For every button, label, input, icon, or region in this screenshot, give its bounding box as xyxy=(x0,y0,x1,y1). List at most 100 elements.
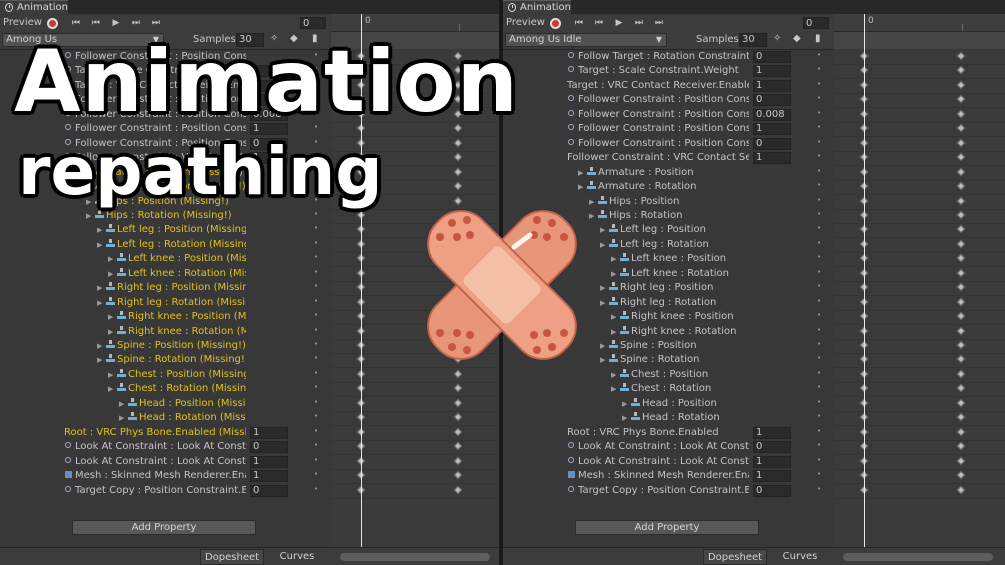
keyframe-menu-icon[interactable]: • xyxy=(817,254,823,261)
add-property-button[interactable]: Add Property xyxy=(72,520,256,535)
expand-arrow-icon[interactable]: ▶ xyxy=(611,267,620,281)
keyframe-menu-icon[interactable]: • xyxy=(314,471,320,478)
dopesheet-row[interactable] xyxy=(834,281,1005,297)
keyframe-diamond[interactable] xyxy=(956,427,966,436)
expand-arrow-icon[interactable]: ▶ xyxy=(108,382,117,396)
property-value-field[interactable]: 0.008 xyxy=(753,108,791,121)
keyframe-menu-icon[interactable]: • xyxy=(817,109,823,117)
keyframe-menu-icon[interactable]: • xyxy=(314,225,320,232)
expand-arrow-icon[interactable]: ▶ xyxy=(611,310,620,324)
dopesheet-row[interactable] xyxy=(331,440,499,456)
frame-field[interactable]: 0 xyxy=(300,17,326,29)
expand-arrow-icon[interactable]: ▶ xyxy=(600,296,609,310)
prev-key-icon[interactable]: ⏮ xyxy=(589,15,609,31)
property-row[interactable]: ▶ Chest : Rotation (Missing!) • xyxy=(0,382,330,396)
keyframe-menu-icon[interactable]: • xyxy=(817,138,823,146)
keyframe-diamond[interactable] xyxy=(453,152,463,162)
property-row[interactable]: Target Copy : Position Constraint.Enabl 0… xyxy=(0,484,330,498)
property-value-field[interactable]: 0 xyxy=(753,94,791,107)
property-row[interactable]: ▶ Armature : Rotation • xyxy=(503,180,833,194)
dopesheet-row[interactable] xyxy=(834,137,1005,152)
property-row[interactable]: Target : VRC Contact Receiver.Enabled 1 • xyxy=(503,79,833,93)
expand-arrow-icon[interactable]: ▶ xyxy=(622,397,631,411)
property-value-field[interactable]: 0 xyxy=(250,484,288,497)
next-key-icon[interactable]: ⏭ xyxy=(126,15,146,31)
keyframe-diamond[interactable] xyxy=(956,66,966,75)
keyframe-diamond[interactable] xyxy=(956,167,966,176)
keyframe-menu-icon[interactable]: • xyxy=(314,456,320,464)
expand-arrow-icon[interactable]: ▶ xyxy=(119,411,128,425)
property-value-field[interactable]: 1 xyxy=(753,455,791,468)
keyframe-diamond[interactable] xyxy=(453,485,463,494)
dopesheet-row[interactable] xyxy=(834,79,1005,94)
keyframe-menu-icon[interactable]: • xyxy=(817,456,823,464)
expand-arrow-icon[interactable]: ▶ xyxy=(108,368,117,382)
keyframe-diamond[interactable] xyxy=(956,152,966,162)
keyframe-menu-icon[interactable]: • xyxy=(314,369,320,377)
property-value-field[interactable]: 0 xyxy=(753,484,791,497)
keyframe-menu-icon[interactable]: • xyxy=(817,167,823,175)
keyframe-menu-icon[interactable]: • xyxy=(817,225,823,232)
property-row[interactable]: ▶ Right leg : Rotation (Missing!) • xyxy=(0,296,330,310)
keyframe-diamond[interactable] xyxy=(956,297,966,306)
keyframe-menu-icon[interactable]: • xyxy=(817,210,823,218)
dopesheet-row[interactable] xyxy=(331,382,499,398)
dopesheet-row[interactable] xyxy=(834,108,1005,123)
dopesheet-row[interactable] xyxy=(834,397,1005,412)
property-value-field[interactable]: 1 xyxy=(753,426,791,439)
keyframe-menu-icon[interactable]: • xyxy=(314,239,320,247)
play-icon[interactable]: ▶ xyxy=(106,15,126,31)
property-value-field[interactable]: 1 xyxy=(753,65,791,78)
property-row[interactable]: ▶ Left leg : Rotation (Missing!) • xyxy=(0,238,330,252)
keyframe-menu-icon[interactable]: • xyxy=(817,268,823,276)
tab-animation[interactable]: Animation xyxy=(0,0,68,14)
keyframe-diamond[interactable] xyxy=(956,340,966,350)
keyframe-diamond[interactable] xyxy=(956,413,966,422)
dopesheet-row[interactable] xyxy=(834,469,1005,485)
dopesheet-row[interactable] xyxy=(834,382,1005,398)
keyframe-menu-icon[interactable]: • xyxy=(314,398,320,406)
playhead[interactable] xyxy=(864,14,865,554)
keyframe-diamond[interactable] xyxy=(956,225,966,234)
property-row[interactable]: Root : VRC Phys Bone.Enabled 1 • xyxy=(503,426,833,440)
keyframe-menu-icon[interactable]: • xyxy=(817,341,823,348)
record-icon[interactable] xyxy=(46,17,58,29)
expand-arrow-icon[interactable]: ▶ xyxy=(108,310,117,324)
dopesheet-row[interactable] xyxy=(834,484,1005,499)
dopesheet-row[interactable] xyxy=(834,223,1005,239)
add-event-icon[interactable]: ◆ xyxy=(793,33,801,44)
dopesheet-row[interactable] xyxy=(834,325,1005,340)
keyframe-menu-icon[interactable]: • xyxy=(314,442,320,449)
keyframe-diamond[interactable] xyxy=(453,167,463,176)
property-row[interactable]: Follower Constraint : Position Constrain… xyxy=(503,122,833,136)
dopesheet-row[interactable] xyxy=(834,296,1005,311)
property-row[interactable]: Follow Target : Rotation Constraint.Enal… xyxy=(503,50,833,64)
keyframe-diamond[interactable] xyxy=(956,485,966,494)
keyframe-diamond[interactable] xyxy=(956,441,966,451)
keyframe-diamond[interactable] xyxy=(956,369,966,379)
add-property-button[interactable]: Add Property xyxy=(575,520,759,535)
property-row[interactable]: Target Copy : Position Constraint.Enabl 0… xyxy=(503,484,833,498)
keyframe-menu-icon[interactable]: • xyxy=(817,153,823,160)
expand-arrow-icon[interactable]: ▶ xyxy=(600,339,609,353)
preview-button[interactable]: Preview xyxy=(0,15,47,31)
property-row[interactable]: ▶ Head : Position (Missing!) • xyxy=(0,397,330,411)
dopesheet-row[interactable] xyxy=(834,50,1005,65)
property-row[interactable]: Root : VRC Phys Bone.Enabled (Missi 1 • xyxy=(0,426,330,440)
keyframe-diamond[interactable] xyxy=(956,124,966,133)
property-row[interactable]: ▶ Head : Rotation • xyxy=(503,411,833,425)
dopesheet-row[interactable] xyxy=(834,353,1005,369)
property-value-field[interactable]: 0 xyxy=(753,137,791,150)
expand-arrow-icon[interactable]: ▶ xyxy=(611,382,620,396)
keyframe-menu-icon[interactable]: • xyxy=(314,268,320,276)
keyframe-diamond[interactable] xyxy=(956,210,966,220)
expand-arrow-icon[interactable]: ▶ xyxy=(97,339,106,353)
keyframe-diamond[interactable] xyxy=(453,398,463,408)
keyframe-menu-icon[interactable]: • xyxy=(817,355,823,362)
keyframe-diamond[interactable] xyxy=(453,138,463,147)
samples-field[interactable]: 30 xyxy=(739,33,767,47)
expand-arrow-icon[interactable]: ▶ xyxy=(97,281,106,295)
dopesheet-row[interactable] xyxy=(834,368,1005,383)
keyframe-diamond[interactable] xyxy=(956,456,966,465)
property-row[interactable]: ▶ Right knee : Rotation (Missing!) • xyxy=(0,325,330,339)
